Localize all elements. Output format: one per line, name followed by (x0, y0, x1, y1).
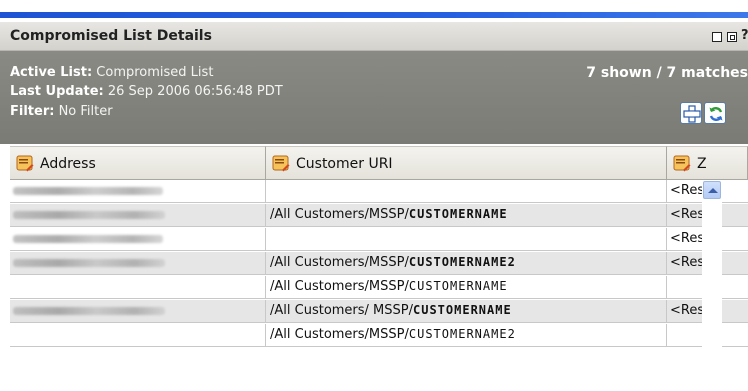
column-header-label: Address (40, 156, 96, 172)
refresh-button[interactable] (704, 102, 726, 124)
table-row[interactable]: /All Customers/MSSP/CUSTOMERNAME (10, 276, 748, 299)
customer-uri-cell: /All Customers/MSSP/CUSTOMERNAME (266, 204, 667, 226)
address-cell (10, 324, 266, 346)
column-header-customer-uri[interactable]: Customer URI (266, 146, 667, 180)
customer-uri-cell (266, 180, 667, 202)
table-row[interactable]: <Reso (10, 228, 748, 251)
address-cell (10, 300, 266, 322)
customer-uri-cell: /All Customers/ MSSP/CUSTOMERNAME (266, 300, 667, 322)
customer-uri-text: /All Customers/MSSP/CUSTOMERNAME (270, 279, 508, 294)
address-cell (10, 276, 266, 298)
customer-uri-path: /All Customers/MSSP/ (270, 207, 409, 222)
customer-uri-path: /All Customers/MSSP/ (270, 327, 409, 342)
redacted-address (13, 307, 165, 315)
window-top-strip (0, 0, 748, 22)
vertical-scrollbar[interactable] (702, 180, 722, 391)
filter-line: Filter: No Filter (10, 104, 113, 119)
column-header-label: Z (697, 156, 707, 172)
customer-name: CUSTOMERNAME (413, 303, 512, 317)
column-header-zone[interactable]: Z (667, 146, 748, 180)
redacted-address (13, 211, 165, 219)
list-info-panel: Active List: Compromised List Last Updat… (0, 51, 748, 144)
column-config-icon[interactable] (673, 155, 691, 172)
customer-uri-cell (266, 228, 667, 250)
table-row[interactable]: /All Customers/ MSSP/CUSTOMERNAME <Reso (10, 300, 748, 323)
active-list-line: Active List: Compromised List (10, 65, 213, 80)
redacted-address (13, 259, 165, 267)
filter-value: No Filter (58, 104, 113, 119)
customer-uri-path: /All Customers/MSSP/ (270, 255, 409, 270)
redacted-address (13, 235, 163, 243)
customer-uri-cell: /All Customers/MSSP/CUSTOMERNAME2 (266, 252, 667, 274)
column-header-address[interactable]: Address (10, 146, 266, 180)
table-row[interactable]: /All Customers/MSSP/CUSTOMERNAME <Reso (10, 204, 748, 227)
last-update-value: 26 Sep 2006 06:56:48 PDT (107, 84, 283, 99)
address-cell (10, 180, 266, 202)
window-frame-bar (0, 12, 748, 18)
refresh-icon (709, 107, 723, 121)
panel-title-bar: Compromised List Details ? (0, 22, 748, 51)
customer-name: CUSTOMERNAME (408, 207, 508, 221)
table-row[interactable]: /All Customers/MSSP/CUSTOMERNAME2 <Reso (10, 252, 748, 275)
active-list-value: Compromised List (96, 65, 214, 80)
scroll-up-icon[interactable] (703, 181, 721, 199)
customer-uri-text: /All Customers/MSSP/CUSTOMERNAME (270, 207, 508, 222)
column-header-label: Customer URI (296, 156, 393, 172)
customer-uri-text: /All Customers/ MSSP/CUSTOMERNAME (270, 303, 512, 318)
restore-icon[interactable] (727, 32, 737, 42)
column-config-icon[interactable] (272, 155, 290, 172)
active-list-label: Active List: (10, 65, 93, 80)
last-update-label: Last Update: (10, 84, 104, 99)
add-icon (683, 105, 701, 123)
filter-label: Filter: (10, 104, 55, 119)
compromised-list-table: Address Customer URI Z <Reso/All Custome… (0, 146, 748, 391)
customer-uri-cell: /All Customers/MSSP/CUSTOMERNAME2 (266, 324, 667, 346)
customer-uri-text: /All Customers/MSSP/CUSTOMERNAME2 (270, 255, 516, 270)
match-count: 7 shown / 7 matches (586, 65, 748, 81)
customer-name: CUSTOMERNAME2 (408, 327, 516, 341)
table-row[interactable]: /All Customers/MSSP/CUSTOMERNAME2 (10, 324, 748, 347)
panel-title: Compromised List Details (10, 28, 212, 44)
table-row[interactable]: <Reso (10, 180, 748, 203)
customer-uri-path: /All Customers/ MSSP/ (270, 303, 413, 318)
help-icon[interactable]: ? (741, 28, 748, 43)
address-cell (10, 228, 266, 250)
customer-uri-cell: /All Customers/MSSP/CUSTOMERNAME (266, 276, 667, 298)
add-entry-button[interactable] (680, 102, 702, 124)
customer-uri-text: /All Customers/MSSP/CUSTOMERNAME2 (270, 327, 516, 342)
customer-name: CUSTOMERNAME2 (408, 255, 516, 269)
minimize-icon[interactable] (712, 32, 722, 42)
redacted-address (13, 187, 163, 195)
address-cell (10, 204, 266, 226)
customer-name: CUSTOMERNAME (408, 279, 508, 293)
customer-uri-path: /All Customers/MSSP/ (270, 279, 409, 294)
last-update-line: Last Update: 26 Sep 2006 06:56:48 PDT (10, 84, 283, 99)
address-cell (10, 252, 266, 274)
column-config-icon[interactable] (16, 155, 34, 172)
